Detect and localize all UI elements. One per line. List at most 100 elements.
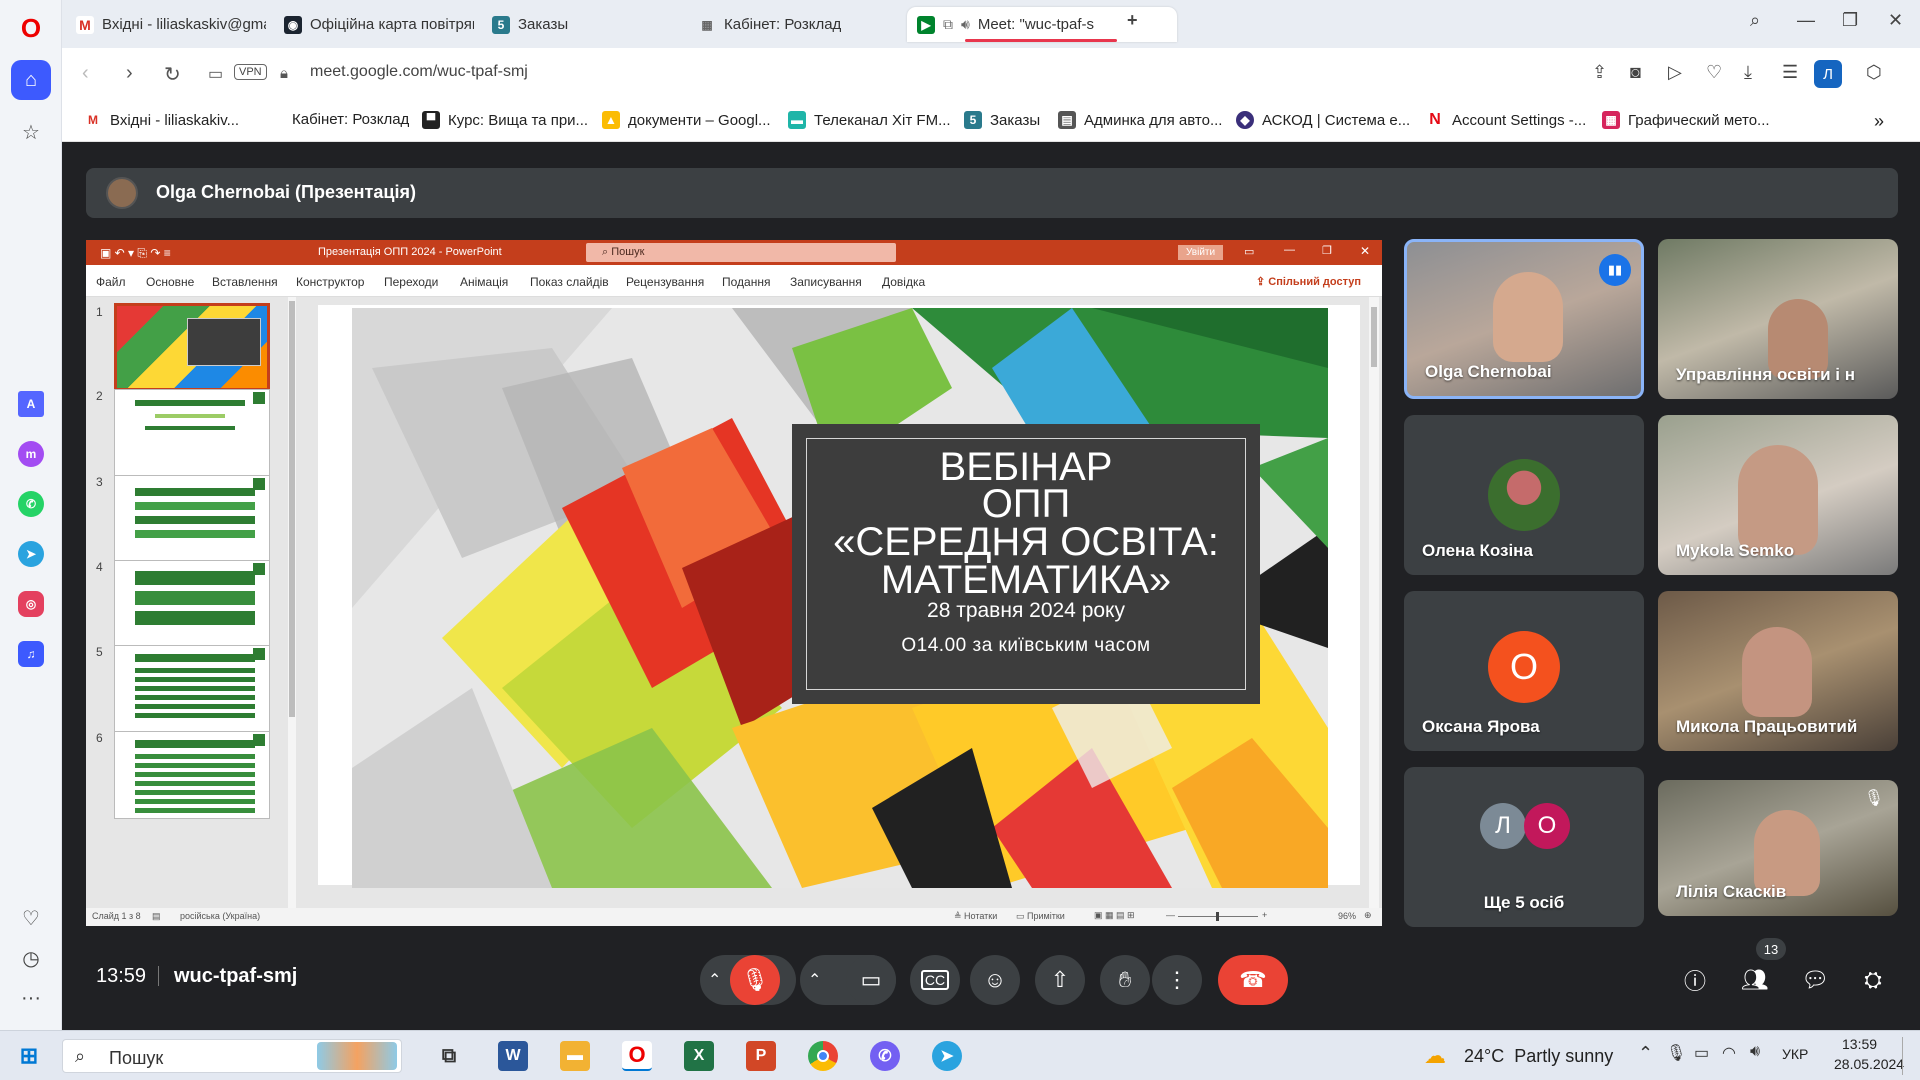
- zoom-out-icon[interactable]: —: [1166, 910, 1175, 920]
- tray-mic-icon[interactable]: 🎙︎: [1666, 1043, 1686, 1063]
- wifi-icon[interactable]: ◠: [1722, 1043, 1736, 1063]
- reload-icon[interactable]: ↻: [164, 62, 181, 87]
- fit-slide-icon[interactable]: ⊕: [1364, 910, 1372, 921]
- heart-icon[interactable]: ♡: [11, 898, 51, 938]
- close-icon[interactable]: ✕: [1360, 244, 1370, 258]
- star-icon[interactable]: ☆: [11, 112, 51, 152]
- windows-start-icon[interactable]: ⊞: [14, 1041, 44, 1071]
- weather-icon[interactable]: ☁: [1424, 1043, 1446, 1069]
- excel-icon[interactable]: X: [684, 1041, 714, 1071]
- minimize-icon[interactable]: —: [1797, 10, 1815, 31]
- bookmark-item[interactable]: Кабінет: Розклад: [292, 111, 409, 128]
- zoom-level[interactable]: 96%: [1338, 911, 1356, 921]
- camera-toggle-button[interactable]: ▭: [846, 955, 896, 1005]
- opera-logo-icon[interactable]: O: [11, 8, 51, 48]
- word-icon[interactable]: W: [498, 1041, 528, 1071]
- ribbon-tab-animation[interactable]: Анімація: [460, 275, 508, 289]
- speaker-icon[interactable]: 🔊︎: [961, 16, 970, 33]
- ribbon-tab-record[interactable]: Записування: [790, 275, 862, 289]
- profile-avatar[interactable]: Л: [1814, 60, 1842, 88]
- bookmark-item[interactable]: ▤ Админка для авто...: [1058, 111, 1222, 129]
- bookmark-item[interactable]: 5 Заказы: [964, 111, 1040, 129]
- minimize-icon[interactable]: —: [1284, 244, 1295, 256]
- participant-tile[interactable]: О Оксана Ярова: [1404, 591, 1644, 751]
- telegram-icon[interactable]: ➤: [932, 1041, 962, 1071]
- editor-scrollbar[interactable]: [1369, 297, 1379, 909]
- ribbon-tab-review[interactable]: Рецензування: [626, 275, 704, 289]
- zoom-slider-handle[interactable]: [1216, 912, 1219, 921]
- chevron-up-icon[interactable]: ⌃: [808, 970, 821, 990]
- chrome-icon[interactable]: [808, 1041, 838, 1071]
- battery-icon[interactable]: ▭: [1694, 1043, 1709, 1063]
- share-icon[interactable]: ⇪: [1592, 62, 1607, 83]
- tab-orders[interactable]: 5 Заказы: [482, 7, 682, 42]
- weather-text[interactable]: 24°C Partly sunny: [1464, 1046, 1613, 1067]
- chat-button[interactable]: 💬︎: [1790, 955, 1840, 1005]
- volume-icon[interactable]: 🔊︎: [1750, 1043, 1760, 1061]
- zoom-in-icon[interactable]: +: [1262, 910, 1267, 920]
- bookmark-item[interactable]: ▀ Курс: Вища та при...: [422, 111, 588, 129]
- ribbon-tab-design[interactable]: Конструктор: [296, 275, 364, 289]
- history-icon[interactable]: ◷: [11, 938, 51, 978]
- messenger-icon[interactable]: m: [18, 441, 44, 467]
- bookmark-item[interactable]: ▬ Телеканал Хіт FM...: [788, 111, 951, 129]
- tab-air-alert[interactable]: ◉ Офіційна карта повітряна: [274, 7, 474, 42]
- taskbar-date[interactable]: 28.05.2024: [1834, 1056, 1904, 1072]
- ribbon-tab-transitions[interactable]: Переходи: [384, 275, 438, 289]
- raise-hand-button[interactable]: ✋︎: [1100, 955, 1150, 1005]
- ribbon-tab-insert[interactable]: Вставлення: [212, 275, 278, 289]
- cast-icon[interactable]: ▭: [208, 64, 223, 84]
- participant-tile[interactable]: Mykola Semko: [1658, 415, 1898, 575]
- bookmark-item[interactable]: ◆ АСКОД | Система е...: [1236, 111, 1410, 129]
- save-icon[interactable]: ▣ ↶ ▾ ⎘ ↷ ≡: [100, 246, 171, 261]
- participant-tile-more[interactable]: Л О Ще 5 осіб: [1404, 767, 1644, 927]
- maximize-icon[interactable]: ❐: [1842, 10, 1858, 31]
- scrollbar-thumb[interactable]: [1371, 307, 1377, 367]
- slide-thumbnail-6[interactable]: [114, 731, 270, 819]
- signin-button[interactable]: Увійти: [1178, 245, 1224, 260]
- ribbon-tab-slideshow[interactable]: Показ слайдів: [530, 275, 609, 289]
- language-status[interactable]: російська (Україна): [180, 911, 260, 921]
- taskbar-search[interactable]: ⌕ Пошук: [62, 1039, 402, 1073]
- file-explorer-icon[interactable]: ▬: [560, 1041, 590, 1071]
- bookmark-item[interactable]: ▦ Графический мето...: [1602, 111, 1770, 129]
- participant-tile[interactable]: ▮▮ Olga Chernobai: [1404, 239, 1644, 399]
- telegram-icon[interactable]: ➤: [18, 541, 44, 567]
- language-indicator[interactable]: УКР: [1782, 1046, 1808, 1062]
- ribbon-tab-help[interactable]: Довідка: [882, 275, 925, 289]
- download-icon[interactable]: ⤓: [1744, 62, 1752, 83]
- tab-gmail[interactable]: M Вхідні - liliaskaskiv@gmai: [66, 7, 266, 42]
- present-button[interactable]: ⇧: [1035, 955, 1085, 1005]
- close-icon[interactable]: ✕: [1888, 10, 1903, 31]
- vpn-badge[interactable]: VPN: [234, 64, 267, 80]
- participant-tile[interactable]: Олена Козіна: [1404, 415, 1644, 575]
- comments-button[interactable]: ▭ Примітки: [1016, 911, 1065, 922]
- opera-icon[interactable]: O: [622, 1041, 652, 1071]
- participant-tile[interactable]: Управління освіти і н: [1658, 239, 1898, 399]
- slide-thumbnail-4[interactable]: [114, 560, 270, 648]
- show-desktop-button[interactable]: [1902, 1037, 1916, 1075]
- taskbar-time[interactable]: 13:59: [1842, 1036, 1877, 1052]
- aria-icon[interactable]: A: [18, 391, 44, 417]
- view-icons[interactable]: ▣ ▦ ▤ ⊞: [1094, 910, 1135, 921]
- send-icon[interactable]: ▷: [1668, 62, 1682, 83]
- slide-thumbnail-1[interactable]: [114, 303, 270, 391]
- slide-title-box[interactable]: ВЕБІНАР ОПП «СЕРЕДНЯ ОСВІТА: МАТЕМАТИКА»…: [792, 424, 1260, 704]
- bookmark-item[interactable]: ▲ документи – Googl...: [602, 111, 771, 129]
- spellcheck-icon[interactable]: ▤: [152, 911, 161, 922]
- powerpoint-icon[interactable]: P: [746, 1041, 776, 1071]
- back-icon[interactable]: ‹: [82, 62, 89, 85]
- captions-button[interactable]: CC: [910, 955, 960, 1005]
- tray-chevron-icon[interactable]: ⌃: [1638, 1043, 1653, 1064]
- slide-thumbnail-2[interactable]: [114, 389, 270, 477]
- heart-icon[interactable]: ♡: [1706, 62, 1722, 83]
- easy-setup-icon[interactable]: ☰: [1782, 62, 1798, 83]
- meeting-details-button[interactable]: ⓘ: [1670, 955, 1720, 1005]
- bookmark-item[interactable]: N Account Settings -...: [1426, 111, 1586, 129]
- forward-icon[interactable]: ›: [126, 62, 133, 85]
- bookmarks-overflow-icon[interactable]: »: [1874, 111, 1884, 132]
- slide-thumbnail-5[interactable]: [114, 645, 270, 733]
- new-tab-icon[interactable]: +: [1127, 10, 1138, 31]
- whatsapp-icon[interactable]: ✆: [18, 491, 44, 517]
- viber-icon[interactable]: ✆: [870, 1041, 900, 1071]
